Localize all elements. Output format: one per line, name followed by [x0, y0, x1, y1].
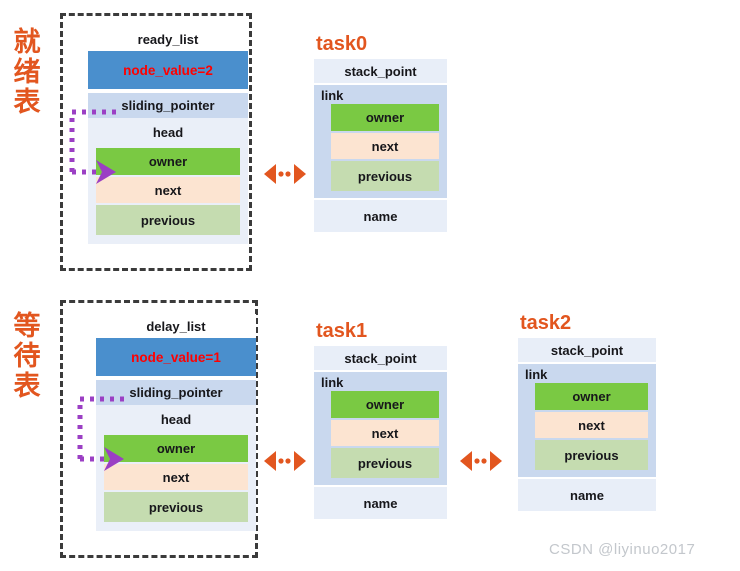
task0-link: link owner next previous: [314, 85, 447, 198]
task0-owner: owner: [331, 104, 439, 131]
task0-struct: task0 stack_point link owner next previo…: [314, 33, 447, 232]
double-arrow-delay-task1: [264, 451, 306, 471]
side-label-ready-char-2: 表: [13, 87, 41, 118]
task2-struct: task2 stack_point link owner next previo…: [518, 312, 656, 511]
ready-list-title: ready_list: [88, 27, 248, 51]
task0-link-label: link: [321, 88, 344, 103]
watermark: CSDN @liyinuo2017: [549, 541, 696, 558]
double-arrow-ready-task0: [264, 164, 306, 184]
ready-list-previous: previous: [96, 205, 240, 235]
task0-next: next: [331, 133, 439, 159]
task0-stack-point: stack_point: [314, 59, 447, 83]
side-label-ready: 就 绪 表: [4, 28, 50, 118]
task0-previous: previous: [331, 161, 439, 191]
delay-list-node-value: node_value=1: [96, 338, 256, 376]
task1-struct: task1 stack_point link owner next previo…: [314, 320, 447, 519]
side-label-delay-char-2: 表: [13, 371, 41, 402]
ready-list-node-value: node_value=2: [88, 51, 248, 89]
task0-link-inner: owner next previous: [314, 104, 447, 198]
sliding-pointer-arrow-ready: [69, 109, 116, 184]
task1-owner: owner: [331, 391, 439, 418]
side-label-delay-char-1: 待: [13, 341, 41, 372]
side-label-ready-char-1: 绪: [13, 57, 41, 88]
task1-next: next: [331, 420, 439, 446]
task1-stack-point: stack_point: [314, 346, 447, 370]
task2-next: next: [535, 412, 648, 438]
sliding-pointer-arrow-delay: [77, 396, 124, 471]
side-label-delay: 等 待 表: [4, 312, 50, 402]
task0-title: task0: [316, 33, 368, 55]
task1-name: name: [314, 487, 447, 519]
side-label-delay-char-0: 等: [13, 311, 41, 342]
task2-name: name: [518, 479, 656, 511]
side-label-ready-char-0: 就: [13, 27, 41, 58]
delay-list-title: delay_list: [96, 314, 256, 338]
task1-link-label: link: [321, 375, 344, 390]
task2-link-inner: owner next previous: [518, 383, 656, 477]
double-arrow-task1-task2: [460, 451, 502, 471]
task1-link: link owner next previous: [314, 372, 447, 485]
task0-name: name: [314, 200, 447, 232]
task2-previous: previous: [535, 440, 648, 470]
task2-owner: owner: [535, 383, 648, 410]
task1-title: task1: [316, 320, 368, 342]
diagram-canvas: 就 绪 表 ready_list node_value=2 sliding_po…: [0, 0, 740, 571]
delay-list-previous: previous: [104, 492, 248, 522]
task1-previous: previous: [331, 448, 439, 478]
task2-stack-point: stack_point: [518, 338, 656, 362]
task2-link-label: link: [525, 367, 548, 382]
task2-title: task2: [520, 312, 572, 334]
task2-link: link owner next previous: [518, 364, 656, 477]
task1-link-inner: owner next previous: [314, 391, 447, 485]
